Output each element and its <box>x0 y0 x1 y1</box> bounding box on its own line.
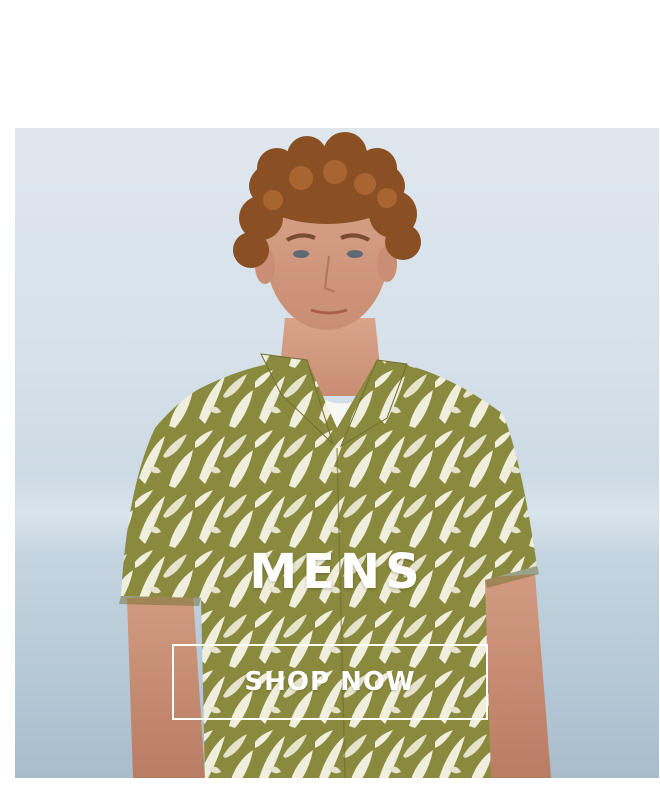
shop-now-button[interactable]: SHOP NOW <box>172 644 488 720</box>
banner-title: MENS <box>249 544 425 600</box>
mens-banner[interactable]: MENS SHOP NOW <box>15 128 659 778</box>
page: MENS SHOP NOW <box>0 0 660 793</box>
shop-now-label: SHOP NOW <box>244 667 416 697</box>
